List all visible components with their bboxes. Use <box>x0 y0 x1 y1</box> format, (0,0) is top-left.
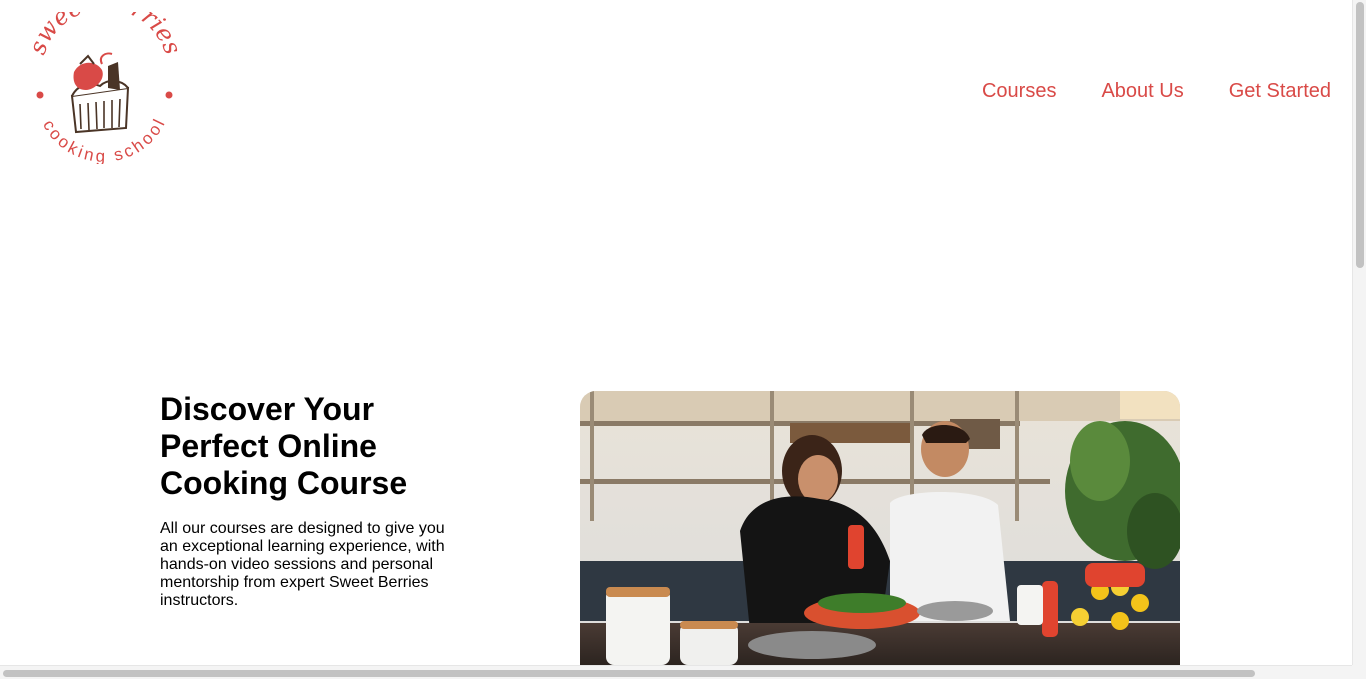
horizontal-scrollbar-thumb[interactable] <box>3 670 1255 677</box>
scrollbar-corner <box>1352 665 1366 679</box>
vertical-scrollbar-thumb[interactable] <box>1356 2 1364 268</box>
main-nav: Courses About Us Get Started <box>937 79 1331 103</box>
brand-top-text: sweet berries <box>28 12 180 58</box>
hero-kitchen-photo <box>580 391 1180 665</box>
cupcake-strawberry-icon <box>70 52 130 134</box>
hero-title: Discover Your Perfect Online Cooking Cou… <box>160 391 408 501</box>
logo-dot-right <box>165 91 173 99</box>
logo-dot-left <box>36 91 44 99</box>
nav-get-started-link[interactable]: Get Started <box>1229 79 1331 103</box>
page-viewport: sweet berries cooking school Courses Abo… <box>0 0 1352 665</box>
horizontal-scrollbar[interactable] <box>0 665 1352 679</box>
nav-about-link[interactable]: About Us <box>1101 79 1183 103</box>
vertical-scrollbar[interactable] <box>1352 0 1366 665</box>
nav-courses-link[interactable]: Courses <box>982 79 1056 103</box>
brand-logo[interactable]: sweet berries cooking school <box>28 12 180 164</box>
hero-description: All our courses are designed to give you… <box>160 520 445 609</box>
